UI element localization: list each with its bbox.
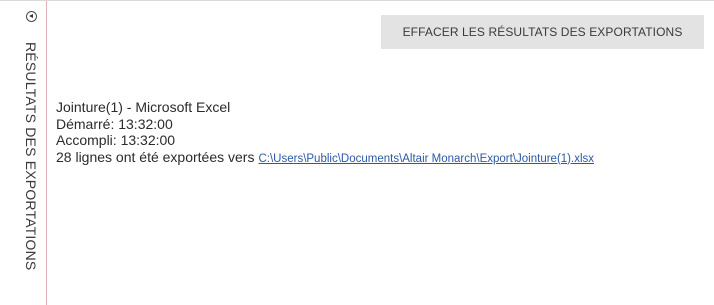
- side-panel-title: RÉSULTATS DES EXPORTATIONS: [23, 42, 39, 271]
- side-panel: RÉSULTATS DES EXPORTATIONS: [0, 1, 46, 305]
- export-started-time: Démarré: 13:32:00: [56, 115, 173, 132]
- clear-export-results-button[interactable]: EFFACER LES RÉSULTATS DES EXPORTATIONS: [381, 15, 704, 49]
- collapse-left-icon[interactable]: [26, 11, 37, 22]
- main-panel: EFFACER LES RÉSULTATS DES EXPORTATIONS J…: [47, 1, 714, 305]
- export-result-entry: Jointure(1) - Microsoft Excel Démarré: 1…: [56, 99, 594, 167]
- export-rows-text: 28 lignes ont été exportées vers: [56, 148, 255, 165]
- arrow-left-icon: [29, 14, 33, 18]
- export-result-name: Jointure(1) - Microsoft Excel: [56, 99, 231, 115]
- export-results-window: RÉSULTATS DES EXPORTATIONS EFFACER LES R…: [0, 0, 714, 305]
- export-rows-line: 28 lignes ont été exportées vers C:\Users…: [56, 149, 594, 168]
- export-file-link[interactable]: C:\Users\Public\Documents\Altair Monarch…: [258, 153, 594, 165]
- export-completed-time: Accompli: 13:32:00: [56, 132, 176, 148]
